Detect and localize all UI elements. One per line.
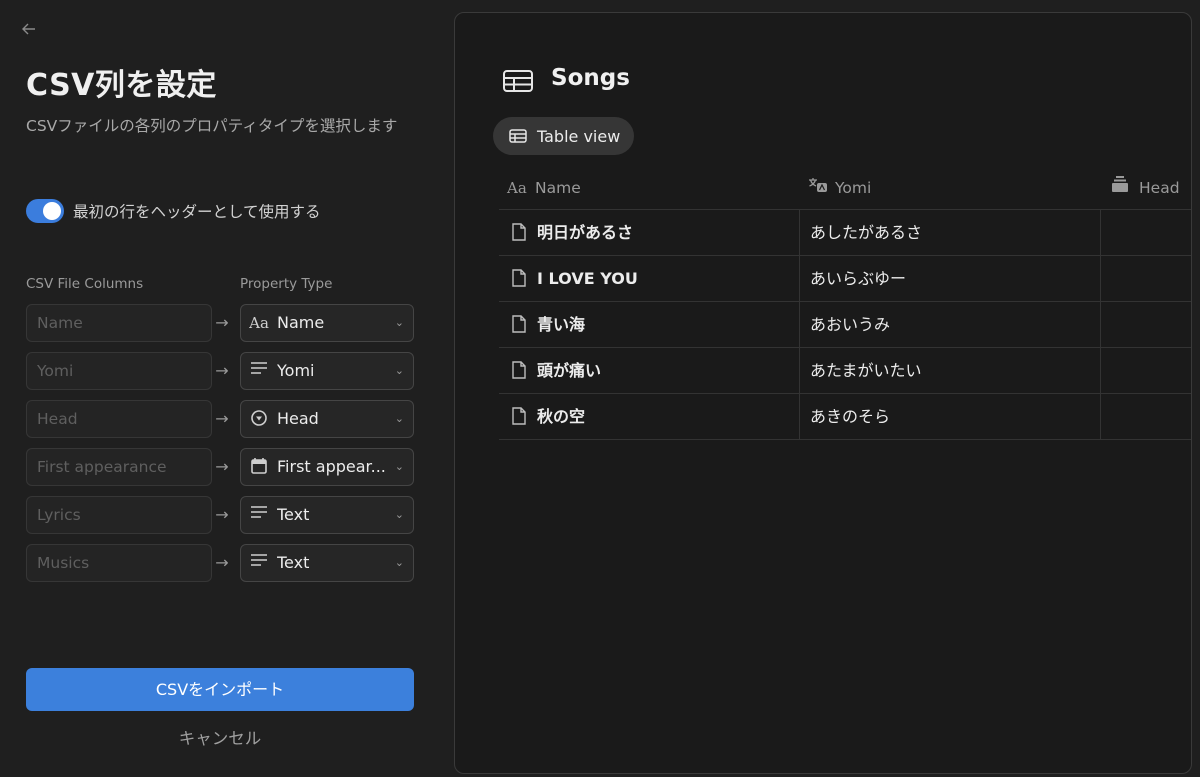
yomi-cell: あいらぶゆー — [810, 269, 907, 288]
header-toggle-row: 最初の行をヘッダーとして使用する — [26, 199, 321, 223]
csv-column-field: Head — [26, 400, 212, 438]
csv-columns-header: CSV File Columns — [26, 276, 144, 292]
select-circle-icon — [249, 409, 269, 429]
yomi-cell: あたまがいたい — [810, 361, 922, 380]
page-subtitle: CSVファイルの各列のプロパティタイプを選択します — [26, 117, 398, 135]
page-title: CSV列を設定 — [26, 68, 217, 103]
page-icon — [512, 361, 526, 379]
page-icon — [512, 407, 526, 425]
translate-icon — [807, 168, 829, 209]
calendar-icon — [249, 457, 269, 477]
property-type-label: Yomi — [277, 361, 315, 380]
mapping-row: Yomi → Yomi ⌄ — [26, 352, 416, 390]
chevron-down-icon: ⌄ — [394, 364, 404, 377]
title-aa-icon: Aa — [507, 179, 527, 197]
header-toggle-label: 最初の行をヘッダーとして使用する — [73, 203, 321, 221]
preview-table: Aa Name Yomi Head 明日があるさ あしたがあるさ I LOVE … — [499, 168, 1191, 440]
csv-column-field: First appearance — [26, 448, 212, 486]
name-cell: 秋の空 — [511, 394, 585, 439]
table-row[interactable]: 頭が痛い あたまがいたい — [499, 348, 1191, 394]
import-csv-button[interactable]: CSVをインポート — [26, 668, 414, 711]
property-type-label: Text — [277, 553, 310, 572]
yomi-cell: あしたがあるさ — [810, 223, 923, 242]
column-header-name[interactable]: Aa Name — [507, 168, 581, 209]
arrow-right-icon: → — [215, 553, 229, 572]
table-header: Aa Name Yomi Head — [499, 168, 1191, 210]
csv-column-field: Yomi — [26, 352, 212, 390]
table-icon — [503, 70, 533, 92]
name-cell: 青い海 — [511, 302, 585, 347]
mapping-row: Name → Aa Name ⌄ — [26, 304, 416, 342]
property-type-label: Text — [277, 505, 310, 524]
property-type-label: Head — [277, 409, 319, 428]
name-cell: 明日があるさ — [511, 210, 633, 255]
table-row[interactable]: 青い海 あおいうみ — [499, 302, 1191, 348]
arrow-right-icon: → — [215, 457, 229, 476]
title-aa-icon: Aa — [249, 314, 269, 332]
name-cell: I LOVE YOU — [511, 256, 638, 301]
row-name: 頭が痛い — [537, 361, 602, 380]
property-type-select[interactable]: Yomi ⌄ — [240, 352, 414, 390]
arrow-left-icon[interactable] — [18, 20, 40, 42]
mapping-row: Head → Head ⌄ — [26, 400, 416, 438]
chevron-down-icon: ⌄ — [394, 412, 404, 425]
arrow-right-icon: → — [215, 361, 229, 380]
arrow-right-icon: → — [215, 409, 229, 428]
property-type-header: Property Type — [240, 276, 333, 292]
text-lines-icon — [249, 361, 269, 381]
property-type-select[interactable]: Text ⌄ — [240, 544, 414, 582]
chevron-down-icon: ⌄ — [394, 460, 404, 473]
yomi-cell: あきのそら — [810, 407, 891, 426]
row-name: 秋の空 — [537, 407, 586, 426]
csv-column-field: Musics — [26, 544, 212, 582]
row-name: I LOVE YOU — [537, 269, 638, 288]
csv-config-panel: CSV列を設定 CSVファイルの各列のプロパティタイプを選択します 最初の行をヘ… — [0, 0, 440, 777]
column-header-head[interactable]: Head — [1111, 168, 1180, 209]
table-row[interactable]: 秋の空 あきのそら — [499, 394, 1191, 440]
mapping-row: First appearance → First appear... ⌄ — [26, 448, 416, 486]
view-tab-label: Table view — [537, 126, 621, 146]
table-row[interactable]: I LOVE YOU あいらぶゆー — [499, 256, 1191, 302]
header-row-toggle[interactable] — [26, 199, 64, 223]
csv-column-field: Name — [26, 304, 212, 342]
mapping-row: Musics → Text ⌄ — [26, 544, 416, 582]
text-lines-icon — [249, 553, 269, 573]
column-label: Head — [1139, 179, 1180, 197]
arrow-right-icon: → — [215, 505, 229, 524]
database-title: Songs — [551, 65, 630, 91]
chevron-down-icon: ⌄ — [394, 556, 404, 569]
text-lines-icon — [249, 505, 269, 525]
arrow-right-icon: → — [215, 313, 229, 332]
tab-table-view[interactable]: Table view — [493, 117, 635, 155]
preview-panel: Songs Table view Aa Name Yomi Head 明日がある… — [454, 12, 1192, 774]
page-icon — [512, 315, 526, 333]
stack-icon — [1111, 168, 1133, 209]
page-icon — [512, 223, 526, 241]
property-type-select[interactable]: Aa Name ⌄ — [240, 304, 414, 342]
row-name: 青い海 — [537, 315, 586, 334]
chevron-down-icon: ⌄ — [394, 316, 404, 329]
name-cell: 頭が痛い — [511, 348, 601, 393]
column-label: Name — [535, 179, 581, 197]
cancel-button[interactable]: キャンセル — [26, 725, 414, 749]
mapping-row: Lyrics → Text ⌄ — [26, 496, 416, 534]
column-label: Yomi — [835, 179, 872, 197]
property-type-select[interactable]: Head ⌄ — [240, 400, 414, 438]
table-row[interactable]: 明日があるさ あしたがあるさ — [499, 210, 1191, 256]
chevron-down-icon: ⌄ — [394, 508, 404, 521]
table-icon — [509, 129, 527, 143]
property-type-label: Name — [277, 313, 325, 332]
yomi-cell: あおいうみ — [810, 315, 891, 334]
csv-column-field: Lyrics — [26, 496, 212, 534]
property-type-select[interactable]: First appear... ⌄ — [240, 448, 414, 486]
column-header-yomi[interactable]: Yomi — [807, 168, 871, 209]
row-name: 明日があるさ — [537, 223, 634, 242]
page-icon — [512, 269, 526, 287]
property-type-select[interactable]: Text ⌄ — [240, 496, 414, 534]
property-type-label: First appear... — [277, 457, 386, 476]
